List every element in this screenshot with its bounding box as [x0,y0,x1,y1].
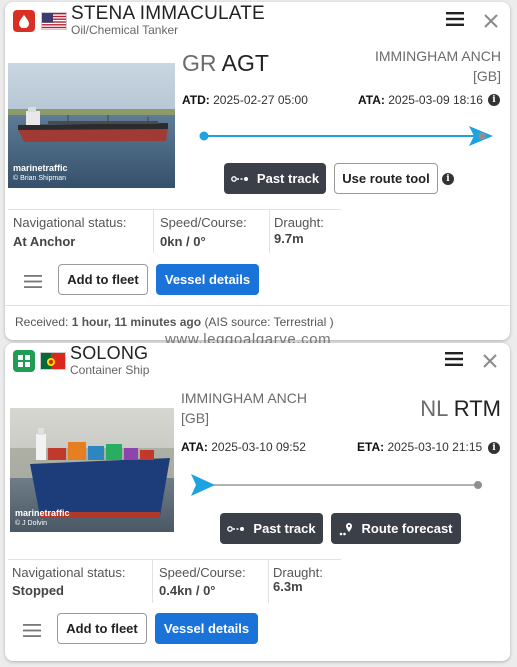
destination-country-code: NL [420,396,448,421]
photo-credit-brand: marinetraffic [13,163,68,173]
vessel-card-solong: SOLONG Container Ship marinetraffic © J … [5,343,510,661]
vessel-type: Container Ship [70,363,150,377]
stats-divider [8,559,341,560]
eta-time-value: 2025-03-10 21:15 [387,440,483,454]
past-track-label: Past track [256,171,320,186]
more-options-icon[interactable] [22,270,44,292]
origin-country-code: GR [182,50,217,76]
footer-divider [5,305,510,306]
close-icon[interactable] [479,350,501,372]
add-to-fleet-label: Add to fleet [67,272,139,287]
destination-port-code: RTM [453,396,501,421]
menu-icon[interactable] [443,348,465,370]
eta-time: ETA: 2025-03-10 21:15 [357,440,482,454]
eta-time-label: ETA: [357,440,385,454]
route-forecast-button[interactable]: Route forecast [331,513,461,544]
origin-port-code: AGT [221,50,269,76]
more-options-icon[interactable] [21,619,43,641]
draught-value: 6.3m [273,579,303,594]
vessel-photo[interactable]: marinetraffic © J Dolvin [10,408,174,532]
vessel-details-button[interactable]: Vessel details [156,264,259,295]
stats-separator [268,559,269,603]
origin-port[interactable]: GR AGT [182,50,269,77]
photo-credit-brand: marinetraffic [15,508,70,518]
origin-country: [GB] [181,410,210,426]
arrival-time: ATA: 2025-03-09 18:16 [358,93,483,107]
tanker-drop-icon [13,10,35,32]
speed-course-value: 0.4kn / 0° [159,583,216,598]
route-forecast-icon [340,522,353,535]
destination-dot [474,481,482,489]
received-value: 1 hour, 11 minutes ago [71,315,202,329]
menu-icon[interactable] [444,8,466,30]
draught-label: Draught: [274,215,324,230]
us-flag-icon [41,12,67,30]
vessel-name: SOLONG [70,343,149,363]
voyage-progress [191,474,482,496]
destination-port[interactable]: IMMINGHAM ANCH [GB] [375,46,501,86]
origin-port[interactable]: IMMINGHAM ANCH [GB] [181,388,307,428]
add-to-fleet-label: Add to fleet [66,621,138,636]
destination-country: [GB] [472,68,501,84]
draught-label: Draught: [273,565,323,580]
cargo-grid-icon [13,350,35,372]
stats-separator [269,209,270,253]
origin-name: IMMINGHAM ANCH [181,390,307,406]
pt-flag-icon [40,352,66,370]
draught-value: 9.7m [274,231,304,246]
arrival-time: ATA: 2025-03-10 09:52 [181,440,306,454]
nav-status-label: Navigational status: [12,565,126,580]
received-info: Received: 1 hour, 11 minutes ago (AIS so… [15,315,334,329]
add-to-fleet-button[interactable]: Add to fleet [57,613,147,644]
arrival-time-label: ATA: [358,93,385,107]
photo-credit-author: © J Dolvin [15,520,47,527]
track-icon [231,175,248,182]
arrival-time-value: 2025-03-09 18:16 [388,93,483,107]
route-forecast-label: Route forecast [361,521,453,536]
destination-dot [478,132,486,140]
use-route-tool-label: Use route tool [342,171,430,186]
destination-name: IMMINGHAM ANCH [375,48,501,64]
stats-separator [153,209,154,253]
speed-course-value: 0kn / 0° [160,234,206,249]
speed-course-label: Speed/Course: [160,215,247,230]
vessel-card-stena-immaculate: STENA IMMACULATE Oil/Chemical Tanker mar… [5,2,510,340]
vessel-name: STENA IMMACULATE [71,3,265,24]
close-icon[interactable] [480,10,502,32]
past-track-button[interactable]: Past track [224,163,326,194]
past-track-button[interactable]: Past track [220,513,323,544]
voyage-progress [199,126,493,146]
eta-info-icon[interactable]: i [488,442,500,454]
vessel-details-label: Vessel details [164,272,251,287]
vessel-photo[interactable]: marinetraffic © Brian Shipman [8,63,175,188]
nav-status-value: Stopped [12,583,64,598]
departure-time-label: ATD: [182,93,210,107]
stats-divider [8,209,341,210]
nav-status-label: Navigational status: [13,215,127,230]
nav-status-value: At Anchor [13,234,76,249]
ais-source: (AIS source: Terrestrial ) [204,315,334,329]
vessel-position-arrow [191,474,215,496]
arrival-info-icon[interactable]: i [488,94,500,106]
arrival-time-label: ATA: [181,440,208,454]
arrival-time-value: 2025-03-10 09:52 [211,440,306,454]
route-tool-info-icon[interactable]: i [442,173,454,185]
use-route-tool-button[interactable]: Use route tool [334,163,438,194]
photo-credit-author: © Brian Shipman [13,175,67,182]
received-label: Received: [15,315,69,329]
vessel-details-label: Vessel details [163,621,250,636]
vessel-details-button[interactable]: Vessel details [155,613,258,644]
add-to-fleet-button[interactable]: Add to fleet [58,264,148,295]
departure-time: ATD: 2025-02-27 05:00 [182,93,308,107]
stats-separator [152,559,153,603]
past-track-label: Past track [253,521,316,536]
destination-port[interactable]: NL RTM [420,396,501,422]
track-icon [227,525,245,532]
speed-course-label: Speed/Course: [159,565,246,580]
vessel-type: Oil/Chemical Tanker [71,23,179,37]
departure-time-value: 2025-02-27 05:00 [213,93,308,107]
